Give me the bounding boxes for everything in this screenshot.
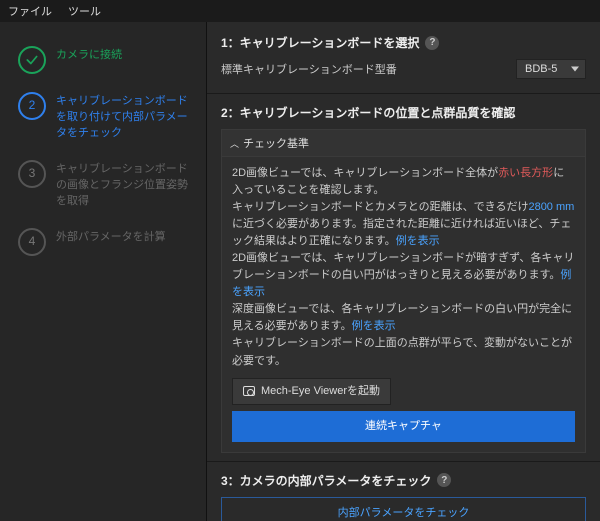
panel-body: 2D画像ビューでは、キャリブレーションボード全体が赤い長方形に入っていることを確… [222,157,585,452]
menu-file[interactable]: ファイル [8,3,52,19]
section-title: 2：キャリブレーションボードの位置と点群品質を確認 [221,104,586,121]
criteria-text: 深度画像ビューでは、各キャリブレーションボードの白い円が完全に見える必要がありま… [232,303,572,332]
section-title: 3：カメラの内部パラメータをチェック ? [221,472,586,489]
check-icon [18,46,46,74]
help-icon[interactable]: ? [425,36,439,50]
section-check-intrinsics: 3：カメラの内部パラメータをチェック ? 内部パラメータをチェック まだ結果は出… [207,464,600,521]
menu-tools[interactable]: ツール [68,3,101,19]
chevron-up-icon: ︿ [230,137,239,150]
criteria-text: キャリブレーションボードの上面の点群が平らで、変動がないことが必要です。 [232,337,572,366]
panel-header[interactable]: ︿ チェック基準 [222,130,585,157]
criteria-text: 2D画像ビューでは、キャリブレーションボード全体が [232,167,498,179]
criteria-highlight-red: 赤い長方形 [498,167,553,179]
section-title-text: 2：キャリブレーションボードの位置と点群品質を確認 [221,104,515,121]
section-select-board: 1：キャリブレーションボードを選択 ? 標準キャリブレーションボード型番 BDB… [207,26,600,91]
board-model-label: 標準キャリブレーションボード型番 [221,61,397,77]
divider [207,93,600,94]
distance-link[interactable]: 2800 mm [528,201,574,213]
step-label: キャリブレーションボードの画像とフランジ位置姿勢を取得 [56,162,196,210]
step-label: カメラに接続 [56,48,196,64]
launch-mech-eye-viewer-button[interactable]: Mech-Eye Viewerを起動 [232,378,391,405]
check-criteria-panel: ︿ チェック基準 2D画像ビューでは、キャリブレーションボード全体が赤い長方形に… [221,129,586,453]
criteria-text: キャリブレーションボードとカメラとの距離は、できるだけ [232,201,528,213]
step-4-compute-extrinsics[interactable]: 4 外部パラメータを計算 [0,220,206,266]
step-2-check-intrinsics[interactable]: 2 キャリブレーションボードを取り付けて内部パラメータをチェック [0,84,206,152]
section-title-text: 3：カメラの内部パラメータをチェック [221,472,431,489]
step-number-icon: 3 [18,160,46,188]
criteria-text: 2D画像ビューでは、キャリブレーションボードが暗すぎず、各キャリブレーションボー… [232,252,574,281]
continuous-capture-button[interactable]: 連続キャプチャ [232,411,575,442]
show-example-link[interactable]: 例を表示 [396,235,440,247]
step-number-icon: 2 [18,92,46,120]
main-panel: 1：キャリブレーションボードを選択 ? 標準キャリブレーションボード型番 BDB… [206,22,600,521]
sidebar: カメラに接続 2 キャリブレーションボードを取り付けて内部パラメータをチェック … [0,22,206,521]
panel-title: チェック基準 [243,135,309,151]
section-title: 1：キャリブレーションボードを選択 ? [221,34,586,51]
step-1-connect-camera[interactable]: カメラに接続 [0,38,206,84]
step-label: 外部パラメータを計算 [56,230,196,246]
step-label: キャリブレーションボードを取り付けて内部パラメータをチェック [56,94,196,142]
section-title-text: 1：キャリブレーションボードを選択 [221,34,419,51]
board-model-select[interactable]: BDB-5 [516,59,586,79]
menubar: ファイル ツール [0,0,600,22]
camera-icon [243,386,255,396]
help-icon[interactable]: ? [437,473,451,487]
check-intrinsics-button[interactable]: 内部パラメータをチェック [221,497,586,521]
show-example-link[interactable]: 例を表示 [352,320,396,332]
section-check-position: 2：キャリブレーションボードの位置と点群品質を確認 ︿ チェック基準 2D画像ビ… [207,96,600,459]
step-3-capture-pose[interactable]: 3 キャリブレーションボードの画像とフランジ位置姿勢を取得 [0,152,206,220]
step-number-icon: 4 [18,228,46,256]
button-label: Mech-Eye Viewerを起動 [261,383,380,400]
divider [207,461,600,462]
